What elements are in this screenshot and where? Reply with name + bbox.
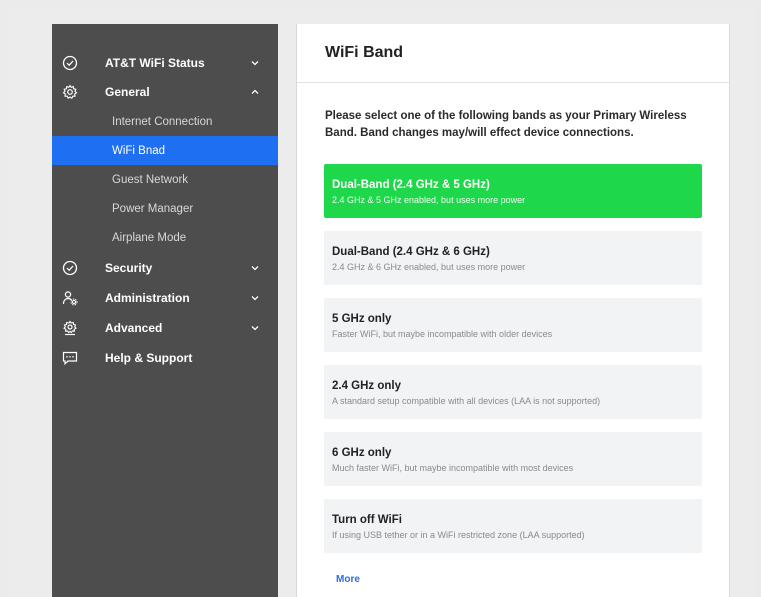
option-title: Dual-Band (2.4 GHz & 5 GHz) xyxy=(332,179,490,191)
sidebar-subitem-guest-network[interactable]: Guest Network xyxy=(52,165,278,194)
sidebar-item-wifi-status[interactable]: AT&T WiFi Status xyxy=(52,48,278,77)
chevron-down-icon xyxy=(250,323,260,333)
main-panel: WiFi Band Please select one of the follo… xyxy=(296,24,730,597)
band-option-2-4ghz[interactable]: 2.4 GHz only A standard setup compatible… xyxy=(324,365,702,419)
user-gear-icon xyxy=(62,290,78,306)
chevron-down-icon xyxy=(250,293,260,303)
sidebar-item-general[interactable]: General xyxy=(52,77,278,106)
sidebar-subitem-airplane-mode[interactable]: Airplane Mode xyxy=(52,223,278,252)
band-option-5ghz[interactable]: 5 GHz only Faster WiFi, but maybe incomp… xyxy=(324,298,702,352)
check-circle-icon xyxy=(62,55,78,71)
page-title: WiFi Band xyxy=(325,44,404,61)
chevron-up-icon xyxy=(250,87,260,97)
sidebar-subitem-wifi-band[interactable]: WiFi Bnad xyxy=(52,136,278,165)
sidebar-subitem-label: Guest Network xyxy=(112,173,189,186)
intro-text: Please select one of the following bands… xyxy=(325,110,687,139)
sidebar-subitem-label: Internet Connection xyxy=(112,115,213,128)
sidebar-item-security[interactable]: Security xyxy=(52,253,278,282)
sidebar-subitem-label: Power Manager xyxy=(112,202,194,215)
option-title: 2.4 GHz only xyxy=(332,380,402,392)
chevron-down-icon xyxy=(250,58,260,68)
band-option-wifi-off[interactable]: Turn off WiFi If using USB tether or in … xyxy=(324,499,702,553)
option-description: 2.4 GHz & 5 GHz enabled, but uses more p… xyxy=(332,195,526,205)
sidebar-item-label: AT&T WiFi Status xyxy=(105,55,205,70)
band-option-dual-2-4-5[interactable]: Dual-Band (2.4 GHz & 5 GHz) 2.4 GHz & 5 … xyxy=(324,164,702,218)
option-description: A standard setup compatible with all dev… xyxy=(332,396,601,406)
more-link[interactable]: More xyxy=(336,574,360,585)
sidebar-item-advanced[interactable]: Advanced xyxy=(52,313,278,342)
sidebar-item-label: Help & Support xyxy=(105,350,193,365)
option-title: 6 GHz only xyxy=(332,447,392,459)
sidebar-subitem-power-manager[interactable]: Power Manager xyxy=(52,194,278,223)
panel-header: WiFi Band xyxy=(297,24,729,83)
option-description: Faster WiFi, but maybe incompatible with… xyxy=(332,329,553,339)
band-option-dual-2-4-6[interactable]: Dual-Band (2.4 GHz & 6 GHz) 2.4 GHz & 6 … xyxy=(324,231,702,285)
sidebar-item-help-support[interactable]: Help & Support xyxy=(52,343,278,372)
sidebar-subitem-internet-connection[interactable]: Internet Connection xyxy=(52,107,278,136)
option-description: Much faster WiFi, but maybe incompatible… xyxy=(332,463,574,473)
gear-icon xyxy=(62,84,78,100)
sidebar-item-administration[interactable]: Administration xyxy=(52,283,278,312)
sidebar-subitem-label: Airplane Mode xyxy=(112,231,187,244)
sidebar-item-label: Security xyxy=(105,260,153,275)
sidebar: AT&T WiFi Status General Internet Connec… xyxy=(52,24,278,597)
advanced-gear-icon xyxy=(62,320,78,336)
sidebar-subitem-label: WiFi Bnad xyxy=(112,144,166,157)
option-title: Turn off WiFi xyxy=(332,514,402,526)
option-title: Dual-Band (2.4 GHz & 6 GHz) xyxy=(332,246,490,258)
band-option-6ghz[interactable]: 6 GHz only Much faster WiFi, but maybe i… xyxy=(324,432,702,486)
option-title: 5 GHz only xyxy=(332,313,392,325)
sidebar-item-label: General xyxy=(105,84,150,99)
option-description: If using USB tether or in a WiFi restric… xyxy=(332,530,585,540)
shield-check-icon xyxy=(62,260,78,276)
chat-icon xyxy=(62,350,78,366)
option-description: 2.4 GHz & 6 GHz enabled, but uses more p… xyxy=(332,262,526,272)
sidebar-item-label: Administration xyxy=(105,290,190,305)
chevron-down-icon xyxy=(250,263,260,273)
sidebar-item-label: Advanced xyxy=(105,320,163,335)
